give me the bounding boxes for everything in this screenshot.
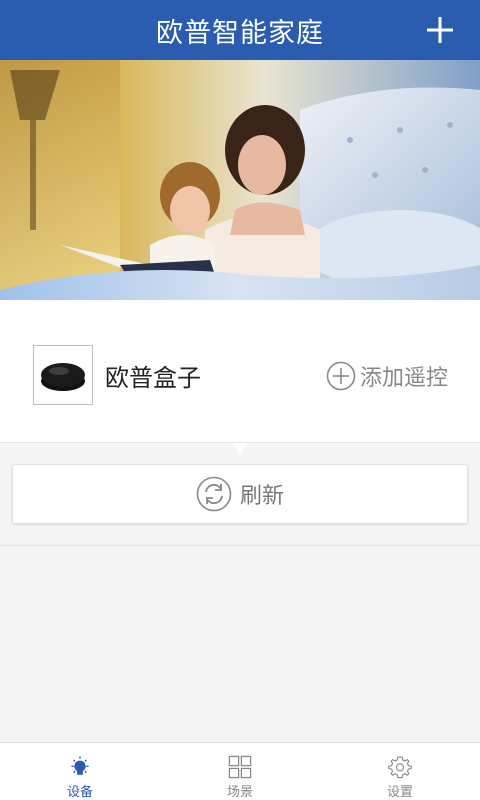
page-title: 欧普智能家庭 bbox=[156, 17, 324, 49]
refresh-icon bbox=[196, 476, 232, 512]
tab-devices[interactable]: 设备 bbox=[0, 743, 160, 800]
add-remote-label: 添加遥控 bbox=[360, 366, 449, 391]
app-root: 欧普智能家庭 欧普盒子 添加遥控 刷新 设备 场景 设置 bbox=[0, 0, 480, 800]
section-divider bbox=[0, 545, 480, 546]
add-remote-button[interactable]: 添加遥控 bbox=[326, 360, 448, 392]
tab-label-scenes: 场景 bbox=[226, 785, 253, 800]
ir-box-icon bbox=[41, 363, 85, 391]
plus-icon bbox=[427, 17, 453, 43]
grid-icon bbox=[228, 755, 252, 779]
gear-icon bbox=[388, 756, 412, 779]
refresh-button[interactable]: 刷新 bbox=[12, 464, 468, 524]
bottom-tab-bar: 设备 场景 设置 bbox=[0, 742, 480, 800]
tab-settings[interactable]: 设置 bbox=[320, 743, 480, 800]
header-bar: 欧普智能家庭 bbox=[0, 0, 480, 60]
card-pointer bbox=[230, 443, 250, 453]
device-card[interactable]: 欧普盒子 添加遥控 bbox=[0, 300, 480, 443]
device-thumbnail bbox=[33, 345, 93, 405]
refresh-label: 刷新 bbox=[239, 484, 284, 509]
family-reading-photo bbox=[0, 60, 480, 300]
tab-scenes[interactable]: 场景 bbox=[160, 743, 320, 800]
tab-label-devices: 设备 bbox=[66, 785, 93, 800]
banner-image bbox=[0, 60, 480, 300]
tab-label-settings: 设置 bbox=[386, 785, 413, 800]
add-button[interactable] bbox=[418, 8, 462, 52]
device-name: 欧普盒子 bbox=[105, 364, 201, 392]
circle-plus-icon bbox=[326, 361, 356, 391]
bulb-icon bbox=[71, 756, 89, 775]
